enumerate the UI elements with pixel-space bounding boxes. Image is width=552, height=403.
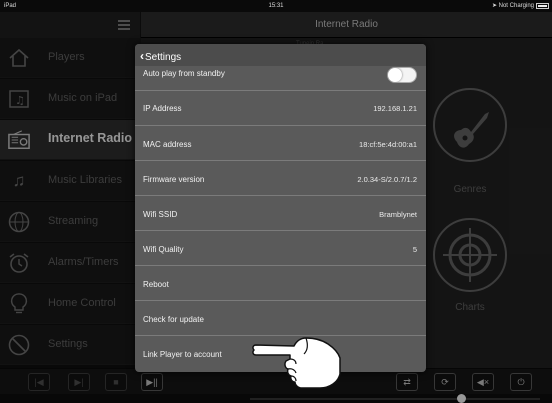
status-bar: iPad 15:31 ➤ Not Charging [0,0,552,12]
link-player-button[interactable]: Link Player to account [143,350,222,359]
setting-label: Firmware version [143,175,205,184]
check-for-update-button[interactable]: Check for update [143,315,204,324]
setting-value: 5 [412,245,417,254]
setting-label: Wifi SSID [143,210,178,219]
setting-row-firmware-version: Firmware version 2.0.34-S/2.0.7/1.2 [135,161,426,196]
setting-row-wifi-quality: Wifi Quality 5 [135,231,426,266]
charging-status: ➤ Not Charging [491,3,534,9]
pointing-hand-icon [252,337,341,389]
setting-row-reboot[interactable]: Reboot [135,266,426,301]
setting-label: IP Address [143,104,182,113]
settings-popover: ‹Settings Auto play from standby IP Addr… [135,44,426,372]
setting-value: 18:cf:5e:4d:00:a1 [359,140,417,149]
setting-row-ip-address: IP Address 192.168.1.21 [135,91,426,126]
clock: 15:31 [268,3,284,9]
setting-label: Auto play from standby [143,69,225,78]
setting-value: 192.168.1.21 [373,104,417,113]
setting-row-check-for-update[interactable]: Check for update [135,301,426,336]
setting-row-auto-play[interactable]: Auto play from standby [135,66,426,91]
setting-row-mac-address: MAC address 18:cf:5e:4d:00:a1 [135,126,426,161]
chevron-left-icon: ‹ [140,49,144,63]
back-button[interactable]: ‹Settings [140,49,181,63]
popover-header: ‹Settings [135,44,426,66]
setting-label: MAC address [143,140,192,149]
reboot-button[interactable]: Reboot [143,280,169,289]
setting-value: Bramblynet [379,210,417,219]
setting-label: Wifi Quality [143,245,184,254]
auto-play-toggle[interactable] [387,67,417,83]
battery-icon [536,3,549,9]
setting-value: 2.0.34-S/2.0.7/1.2 [357,175,417,184]
setting-row-wifi-ssid: Wifi SSID Bramblynet [135,196,426,231]
